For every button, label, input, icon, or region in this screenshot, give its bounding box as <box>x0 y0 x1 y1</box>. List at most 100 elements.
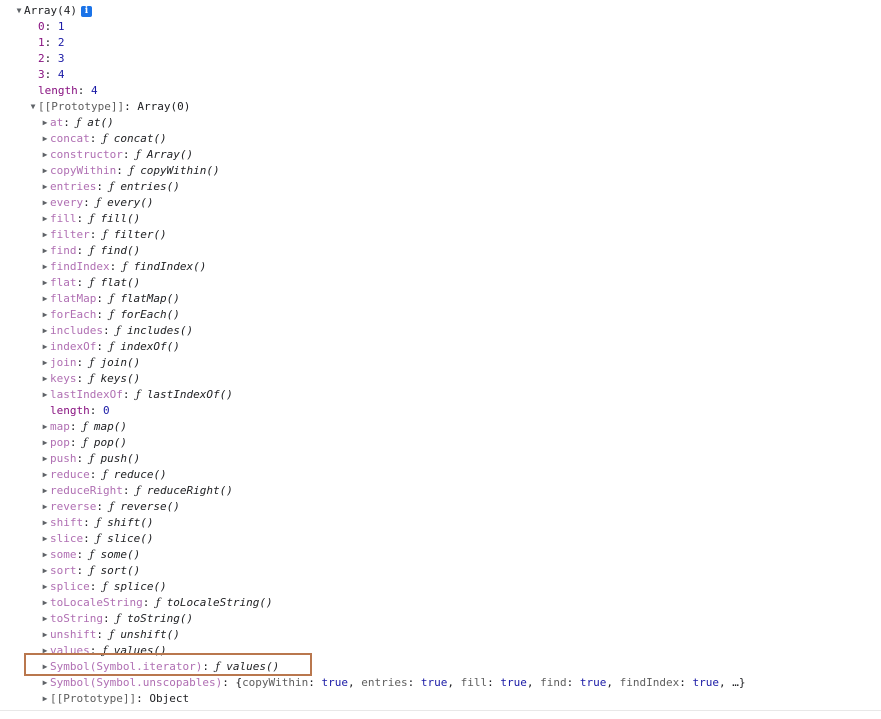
function-signature: flatMap() <box>120 292 180 305</box>
prototype-row[interactable]: ▼ [[Prototype]]: Array(0) <box>0 99 881 115</box>
expand-triangle-icon[interactable]: ▶ <box>40 515 50 531</box>
array-header-row[interactable]: ▼ Array(4) i <box>0 3 881 19</box>
info-icon[interactable]: i <box>80 6 92 17</box>
method-row[interactable]: ▶ reduceRight: ƒ reduceRight() <box>0 483 881 499</box>
expand-triangle-icon[interactable]: ▶ <box>40 115 50 131</box>
method-row[interactable]: ▶ entries: ƒ entries() <box>0 179 881 195</box>
expand-triangle-icon[interactable]: ▶ <box>40 531 50 547</box>
function-signature: reverse() <box>120 500 180 513</box>
expand-triangle-icon[interactable]: ▶ <box>40 499 50 515</box>
expand-triangle-icon[interactable]: ▶ <box>40 211 50 227</box>
inner-prototype-row[interactable]: ▶ [[Prototype]]: Object <box>0 691 881 707</box>
method-row[interactable]: ▶ lastIndexOf: ƒ lastIndexOf() <box>0 387 881 403</box>
expand-triangle-icon[interactable]: ▶ <box>40 355 50 371</box>
method-row[interactable]: ▶ includes: ƒ includes() <box>0 323 881 339</box>
method-row[interactable]: ▶ flatMap: ƒ flatMap() <box>0 291 881 307</box>
colon: : <box>76 452 90 465</box>
property-key: Symbol(Symbol.iterator) <box>50 660 203 673</box>
expand-triangle-icon[interactable]: ▶ <box>40 387 50 403</box>
method-row[interactable]: ▶ push: ƒ push() <box>0 451 881 467</box>
expand-triangle-icon[interactable]: ▶ <box>40 371 50 387</box>
symbol-unscopables-row[interactable]: ▶ Symbol(Symbol.unscopables): {copyWithin… <box>0 675 881 691</box>
colon: : <box>487 676 501 689</box>
expand-triangle-icon[interactable]: ▶ <box>40 339 50 355</box>
method-row[interactable]: ▶ fill: ƒ fill() <box>0 211 881 227</box>
method-row[interactable]: ▶ keys: ƒ keys() <box>0 371 881 387</box>
method-row[interactable]: ▶ forEach: ƒ forEach() <box>0 307 881 323</box>
expand-triangle-icon[interactable]: ▶ <box>40 563 50 579</box>
function-signature: some() <box>100 548 141 561</box>
expand-triangle-icon[interactable]: ▶ <box>40 611 50 627</box>
function-signature: keys() <box>100 372 141 385</box>
colon: : <box>96 292 110 305</box>
method-row[interactable]: ▶ flat: ƒ flat() <box>0 275 881 291</box>
method-row[interactable]: ▶ toLocaleString: ƒ toLocaleString() <box>0 595 881 611</box>
expand-triangle-icon[interactable]: ▶ <box>40 275 50 291</box>
method-row[interactable]: ▶ every: ƒ every() <box>0 195 881 211</box>
expand-triangle-icon[interactable]: ▶ <box>40 435 50 451</box>
expand-triangle-icon[interactable]: ▶ <box>40 227 50 243</box>
method-row[interactable]: ▶ map: ƒ map() <box>0 419 881 435</box>
expand-triangle-icon[interactable]: ▶ <box>40 307 50 323</box>
method-row[interactable]: ▶ splice: ƒ splice() <box>0 579 881 595</box>
method-row[interactable]: ▶ at: ƒ at() <box>0 115 881 131</box>
preview-value: true <box>692 676 720 689</box>
method-row[interactable]: ▶ find: ƒ find() <box>0 243 881 259</box>
expand-triangle-icon[interactable]: ▼ <box>14 3 24 19</box>
expand-triangle-icon[interactable]: ▶ <box>40 419 50 435</box>
expand-triangle-icon[interactable]: ▶ <box>40 579 50 595</box>
expand-triangle-icon[interactable]: ▶ <box>40 259 50 275</box>
method-row[interactable]: ▶ values: ƒ values() <box>0 643 881 659</box>
expand-triangle-icon[interactable]: ▶ <box>40 691 50 707</box>
array-summary: Array(4) <box>24 4 77 17</box>
expand-triangle-icon[interactable]: ▶ <box>40 179 50 195</box>
expand-triangle-icon[interactable]: ▶ <box>40 659 50 675</box>
method-row[interactable]: ▶ reverse: ƒ reverse() <box>0 499 881 515</box>
expand-triangle-icon[interactable]: ▶ <box>40 595 50 611</box>
method-row[interactable]: ▶ toString: ƒ toString() <box>0 611 881 627</box>
colon: : <box>76 356 90 369</box>
expand-triangle-icon[interactable]: ▶ <box>40 243 50 259</box>
method-row[interactable]: ▶ concat: ƒ concat() <box>0 131 881 147</box>
prototype-length-row: length: 0 <box>0 403 881 419</box>
colon: : <box>76 276 90 289</box>
method-row[interactable]: ▶ indexOf: ƒ indexOf() <box>0 339 881 355</box>
expand-triangle-icon[interactable]: ▶ <box>40 483 50 499</box>
expand-triangle-icon[interactable]: ▶ <box>40 627 50 643</box>
method-row[interactable]: ▶ sort: ƒ sort() <box>0 563 881 579</box>
expand-triangle-icon[interactable]: ▶ <box>40 451 50 467</box>
property-key: toString <box>50 612 103 625</box>
property-key: reverse <box>50 500 97 513</box>
method-row[interactable]: ▶ reduce: ƒ reduce() <box>0 467 881 483</box>
function-signature: findIndex() <box>133 260 207 273</box>
method-row[interactable]: ▶ shift: ƒ shift() <box>0 515 881 531</box>
expand-triangle-icon[interactable]: ▶ <box>40 643 50 659</box>
expand-triangle-icon[interactable]: ▼ <box>28 99 38 115</box>
method-row[interactable]: ▶ Symbol(Symbol.iterator): ƒ values() <box>0 659 881 675</box>
method-row[interactable]: ▶ copyWithin: ƒ copyWithin() <box>0 163 881 179</box>
method-row[interactable]: ▶ unshift: ƒ unshift() <box>0 627 881 643</box>
colon: : <box>44 52 58 65</box>
expand-triangle-icon[interactable]: ▶ <box>40 195 50 211</box>
expand-triangle-icon[interactable]: ▶ <box>40 131 50 147</box>
method-row[interactable]: ▶ some: ƒ some() <box>0 547 881 563</box>
method-row[interactable]: ▶ findIndex: ƒ findIndex() <box>0 259 881 275</box>
preview-value: true <box>321 676 349 689</box>
expand-triangle-icon[interactable]: ▶ <box>40 323 50 339</box>
method-row[interactable]: ▶ filter: ƒ filter() <box>0 227 881 243</box>
expand-triangle-icon[interactable]: ▶ <box>40 547 50 563</box>
property-key: unshift <box>50 628 97 641</box>
expand-triangle-icon[interactable]: ▶ <box>40 163 50 179</box>
method-row[interactable]: ▶ join: ƒ join() <box>0 355 881 371</box>
method-row[interactable]: ▶ slice: ƒ slice() <box>0 531 881 547</box>
expand-triangle-icon[interactable]: ▶ <box>40 675 50 691</box>
expand-triangle-icon[interactable]: ▶ <box>40 147 50 163</box>
method-row[interactable]: ▶ pop: ƒ pop() <box>0 435 881 451</box>
function-signature: unshift() <box>120 628 180 641</box>
colon: : <box>96 308 110 321</box>
expand-triangle-icon[interactable]: ▶ <box>40 291 50 307</box>
expand-triangle-icon[interactable]: ▶ <box>40 467 50 483</box>
method-row[interactable]: ▶ constructor: ƒ Array() <box>0 147 881 163</box>
